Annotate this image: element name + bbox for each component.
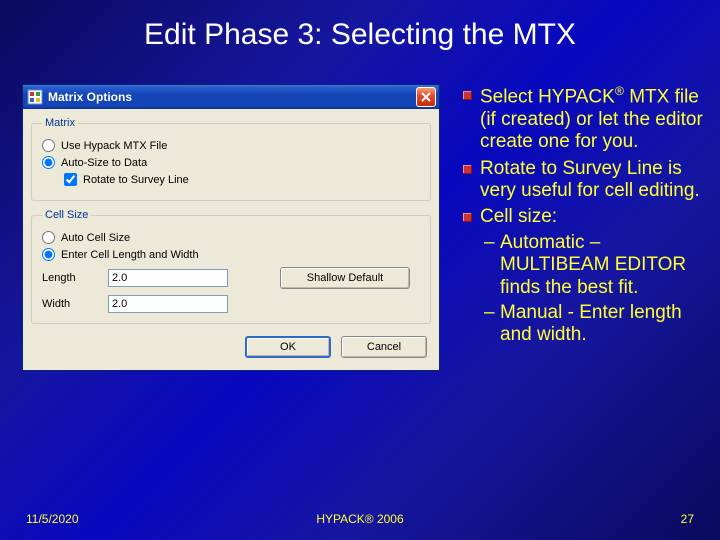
auto-size-radio[interactable] bbox=[42, 156, 55, 169]
length-input[interactable] bbox=[108, 269, 228, 287]
width-label: Width bbox=[42, 298, 102, 310]
matrix-group: Matrix Use Hypack MTX File Auto-Size to … bbox=[31, 117, 431, 201]
dialog-button-row: OK Cancel bbox=[31, 332, 431, 360]
rotate-label: Rotate to Survey Line bbox=[83, 174, 189, 186]
auto-cell-size-label: Auto Cell Size bbox=[61, 232, 130, 244]
use-hypack-mtx-label: Use Hypack MTX File bbox=[61, 140, 167, 152]
bullet-3b: Manual - Enter length and width. bbox=[480, 302, 704, 347]
close-button[interactable] bbox=[416, 87, 436, 107]
matrix-legend: Matrix bbox=[42, 117, 78, 129]
slide-title: Edit Phase 3: Selecting the MTX bbox=[0, 18, 720, 52]
auto-size-label: Auto-Size to Data bbox=[61, 157, 147, 169]
cancel-button[interactable]: Cancel bbox=[341, 336, 427, 358]
shallow-default-button[interactable]: Shallow Default bbox=[280, 267, 410, 289]
bullet-panel: Select HYPACK® MTX file (if created) or … bbox=[460, 84, 704, 351]
app-icon bbox=[27, 89, 43, 105]
enter-cell-size-label: Enter Cell Length and Width bbox=[61, 249, 199, 261]
width-input[interactable] bbox=[108, 295, 228, 313]
footer-center: HYPACK® 2006 bbox=[0, 512, 720, 526]
titlebar[interactable]: Matrix Options bbox=[23, 85, 439, 109]
auto-cell-size-radio[interactable] bbox=[42, 231, 55, 244]
footer-page-number: 27 bbox=[681, 512, 694, 526]
cellsize-group: Cell Size Auto Cell Size Enter Cell Leng… bbox=[31, 209, 431, 324]
bullet-2: Rotate to Survey Line is very useful for… bbox=[460, 158, 704, 203]
bullet-1: Select HYPACK® MTX file (if created) or … bbox=[460, 84, 704, 154]
bullet-3a: Automatic – MULTIBEAM EDITOR finds the b… bbox=[480, 232, 704, 299]
length-label: Length bbox=[42, 272, 102, 284]
rotate-checkbox[interactable] bbox=[64, 173, 77, 186]
bullet-3: Cell size: Automatic – MULTIBEAM EDITOR … bbox=[460, 206, 704, 346]
ok-button[interactable]: OK bbox=[245, 336, 331, 358]
dialog-body: Matrix Use Hypack MTX File Auto-Size to … bbox=[23, 109, 439, 370]
cellsize-legend: Cell Size bbox=[42, 209, 91, 221]
use-hypack-mtx-radio[interactable] bbox=[42, 139, 55, 152]
dialog-title: Matrix Options bbox=[48, 90, 416, 104]
enter-cell-size-radio[interactable] bbox=[42, 248, 55, 261]
matrix-options-dialog: Matrix Options Matrix Use Hypack MTX Fil… bbox=[22, 84, 440, 371]
